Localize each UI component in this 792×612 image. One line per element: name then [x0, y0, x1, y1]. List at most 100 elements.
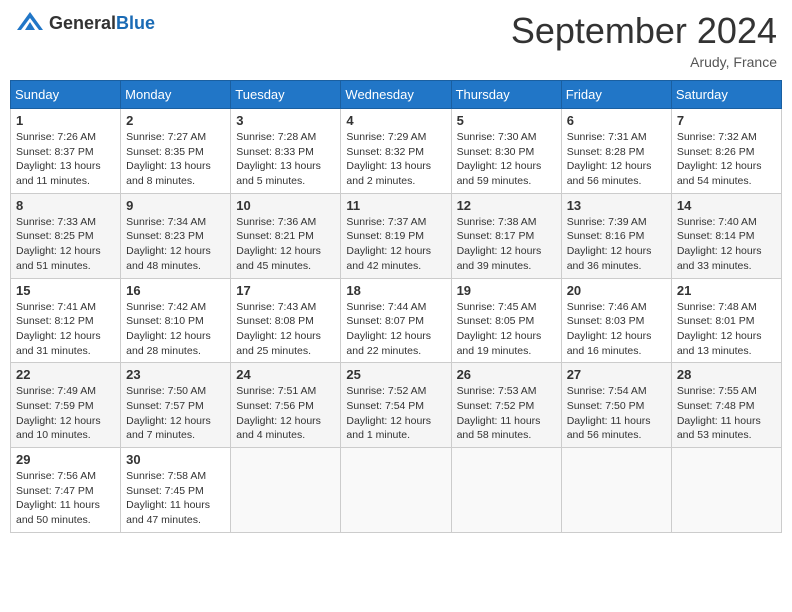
- day-number: 21: [677, 283, 776, 298]
- calendar-week-2: 8 Sunrise: 7:33 AM Sunset: 8:25 PM Dayli…: [11, 193, 782, 278]
- logo-general-text: General: [49, 13, 116, 33]
- weekday-header-thursday: Thursday: [451, 81, 561, 109]
- calendar-cell: 4 Sunrise: 7:29 AM Sunset: 8:32 PM Dayli…: [341, 109, 451, 194]
- calendar-cell: 2 Sunrise: 7:27 AM Sunset: 8:35 PM Dayli…: [121, 109, 231, 194]
- calendar-cell: 14 Sunrise: 7:40 AM Sunset: 8:14 PM Dayl…: [671, 193, 781, 278]
- day-info: Sunrise: 7:58 AM Sunset: 7:45 PM Dayligh…: [126, 469, 225, 528]
- day-info: Sunrise: 7:33 AM Sunset: 8:25 PM Dayligh…: [16, 215, 115, 274]
- day-info: Sunrise: 7:26 AM Sunset: 8:37 PM Dayligh…: [16, 130, 115, 189]
- day-info: Sunrise: 7:54 AM Sunset: 7:50 PM Dayligh…: [567, 384, 666, 443]
- calendar-cell: 20 Sunrise: 7:46 AM Sunset: 8:03 PM Dayl…: [561, 278, 671, 363]
- day-number: 23: [126, 367, 225, 382]
- day-info: Sunrise: 7:42 AM Sunset: 8:10 PM Dayligh…: [126, 300, 225, 359]
- calendar-week-1: 1 Sunrise: 7:26 AM Sunset: 8:37 PM Dayli…: [11, 109, 782, 194]
- weekday-header-saturday: Saturday: [671, 81, 781, 109]
- day-number: 3: [236, 113, 335, 128]
- calendar-cell: 10 Sunrise: 7:36 AM Sunset: 8:21 PM Dayl…: [231, 193, 341, 278]
- month-title: September 2024: [511, 10, 777, 52]
- calendar-week-4: 22 Sunrise: 7:49 AM Sunset: 7:59 PM Dayl…: [11, 363, 782, 448]
- calendar-cell: 21 Sunrise: 7:48 AM Sunset: 8:01 PM Dayl…: [671, 278, 781, 363]
- calendar-cell: 29 Sunrise: 7:56 AM Sunset: 7:47 PM Dayl…: [11, 448, 121, 533]
- day-number: 8: [16, 198, 115, 213]
- calendar-cell: 15 Sunrise: 7:41 AM Sunset: 8:12 PM Dayl…: [11, 278, 121, 363]
- day-info: Sunrise: 7:52 AM Sunset: 7:54 PM Dayligh…: [346, 384, 445, 443]
- calendar-cell: [671, 448, 781, 533]
- day-number: 7: [677, 113, 776, 128]
- day-info: Sunrise: 7:43 AM Sunset: 8:08 PM Dayligh…: [236, 300, 335, 359]
- day-number: 24: [236, 367, 335, 382]
- day-info: Sunrise: 7:46 AM Sunset: 8:03 PM Dayligh…: [567, 300, 666, 359]
- weekday-header-friday: Friday: [561, 81, 671, 109]
- day-info: Sunrise: 7:55 AM Sunset: 7:48 PM Dayligh…: [677, 384, 776, 443]
- day-info: Sunrise: 7:31 AM Sunset: 8:28 PM Dayligh…: [567, 130, 666, 189]
- day-number: 2: [126, 113, 225, 128]
- calendar-cell: 18 Sunrise: 7:44 AM Sunset: 8:07 PM Dayl…: [341, 278, 451, 363]
- calendar-cell: 27 Sunrise: 7:54 AM Sunset: 7:50 PM Dayl…: [561, 363, 671, 448]
- calendar-cell: 12 Sunrise: 7:38 AM Sunset: 8:17 PM Dayl…: [451, 193, 561, 278]
- day-info: Sunrise: 7:44 AM Sunset: 8:07 PM Dayligh…: [346, 300, 445, 359]
- day-number: 13: [567, 198, 666, 213]
- calendar-cell: [231, 448, 341, 533]
- day-info: Sunrise: 7:37 AM Sunset: 8:19 PM Dayligh…: [346, 215, 445, 274]
- calendar-cell: 17 Sunrise: 7:43 AM Sunset: 8:08 PM Dayl…: [231, 278, 341, 363]
- day-number: 12: [457, 198, 556, 213]
- calendar-cell: 5 Sunrise: 7:30 AM Sunset: 8:30 PM Dayli…: [451, 109, 561, 194]
- day-info: Sunrise: 7:38 AM Sunset: 8:17 PM Dayligh…: [457, 215, 556, 274]
- weekday-header-tuesday: Tuesday: [231, 81, 341, 109]
- calendar-cell: 30 Sunrise: 7:58 AM Sunset: 7:45 PM Dayl…: [121, 448, 231, 533]
- weekday-header-sunday: Sunday: [11, 81, 121, 109]
- calendar-week-5: 29 Sunrise: 7:56 AM Sunset: 7:47 PM Dayl…: [11, 448, 782, 533]
- day-info: Sunrise: 7:50 AM Sunset: 7:57 PM Dayligh…: [126, 384, 225, 443]
- day-number: 28: [677, 367, 776, 382]
- calendar-cell: 7 Sunrise: 7:32 AM Sunset: 8:26 PM Dayli…: [671, 109, 781, 194]
- logo-icon: [15, 10, 45, 36]
- day-info: Sunrise: 7:28 AM Sunset: 8:33 PM Dayligh…: [236, 130, 335, 189]
- calendar-cell: 26 Sunrise: 7:53 AM Sunset: 7:52 PM Dayl…: [451, 363, 561, 448]
- day-number: 11: [346, 198, 445, 213]
- calendar-cell: 25 Sunrise: 7:52 AM Sunset: 7:54 PM Dayl…: [341, 363, 451, 448]
- day-number: 5: [457, 113, 556, 128]
- calendar-table: SundayMondayTuesdayWednesdayThursdayFrid…: [10, 80, 782, 533]
- day-info: Sunrise: 7:53 AM Sunset: 7:52 PM Dayligh…: [457, 384, 556, 443]
- calendar-cell: [451, 448, 561, 533]
- title-block: September 2024 Arudy, France: [511, 10, 777, 70]
- logo: GeneralBlue: [15, 10, 155, 36]
- day-number: 10: [236, 198, 335, 213]
- day-info: Sunrise: 7:40 AM Sunset: 8:14 PM Dayligh…: [677, 215, 776, 274]
- day-number: 22: [16, 367, 115, 382]
- day-number: 29: [16, 452, 115, 467]
- day-number: 17: [236, 283, 335, 298]
- day-number: 14: [677, 198, 776, 213]
- day-number: 18: [346, 283, 445, 298]
- page-header: GeneralBlue September 2024 Arudy, France: [10, 10, 782, 70]
- calendar-cell: [341, 448, 451, 533]
- day-number: 16: [126, 283, 225, 298]
- day-number: 20: [567, 283, 666, 298]
- day-number: 27: [567, 367, 666, 382]
- day-info: Sunrise: 7:29 AM Sunset: 8:32 PM Dayligh…: [346, 130, 445, 189]
- day-info: Sunrise: 7:49 AM Sunset: 7:59 PM Dayligh…: [16, 384, 115, 443]
- weekday-header-monday: Monday: [121, 81, 231, 109]
- day-info: Sunrise: 7:39 AM Sunset: 8:16 PM Dayligh…: [567, 215, 666, 274]
- calendar-cell: 8 Sunrise: 7:33 AM Sunset: 8:25 PM Dayli…: [11, 193, 121, 278]
- day-info: Sunrise: 7:51 AM Sunset: 7:56 PM Dayligh…: [236, 384, 335, 443]
- day-info: Sunrise: 7:27 AM Sunset: 8:35 PM Dayligh…: [126, 130, 225, 189]
- day-number: 1: [16, 113, 115, 128]
- weekday-header-wednesday: Wednesday: [341, 81, 451, 109]
- day-info: Sunrise: 7:48 AM Sunset: 8:01 PM Dayligh…: [677, 300, 776, 359]
- calendar-cell: 16 Sunrise: 7:42 AM Sunset: 8:10 PM Dayl…: [121, 278, 231, 363]
- calendar-cell: 19 Sunrise: 7:45 AM Sunset: 8:05 PM Dayl…: [451, 278, 561, 363]
- calendar-cell: 28 Sunrise: 7:55 AM Sunset: 7:48 PM Dayl…: [671, 363, 781, 448]
- calendar-week-3: 15 Sunrise: 7:41 AM Sunset: 8:12 PM Dayl…: [11, 278, 782, 363]
- logo-blue-text: Blue: [116, 13, 155, 33]
- calendar-cell: 22 Sunrise: 7:49 AM Sunset: 7:59 PM Dayl…: [11, 363, 121, 448]
- day-info: Sunrise: 7:30 AM Sunset: 8:30 PM Dayligh…: [457, 130, 556, 189]
- calendar-cell: 23 Sunrise: 7:50 AM Sunset: 7:57 PM Dayl…: [121, 363, 231, 448]
- location: Arudy, France: [511, 54, 777, 70]
- day-info: Sunrise: 7:56 AM Sunset: 7:47 PM Dayligh…: [16, 469, 115, 528]
- day-info: Sunrise: 7:32 AM Sunset: 8:26 PM Dayligh…: [677, 130, 776, 189]
- calendar-cell: 6 Sunrise: 7:31 AM Sunset: 8:28 PM Dayli…: [561, 109, 671, 194]
- calendar-cell: 9 Sunrise: 7:34 AM Sunset: 8:23 PM Dayli…: [121, 193, 231, 278]
- day-number: 25: [346, 367, 445, 382]
- calendar-cell: [561, 448, 671, 533]
